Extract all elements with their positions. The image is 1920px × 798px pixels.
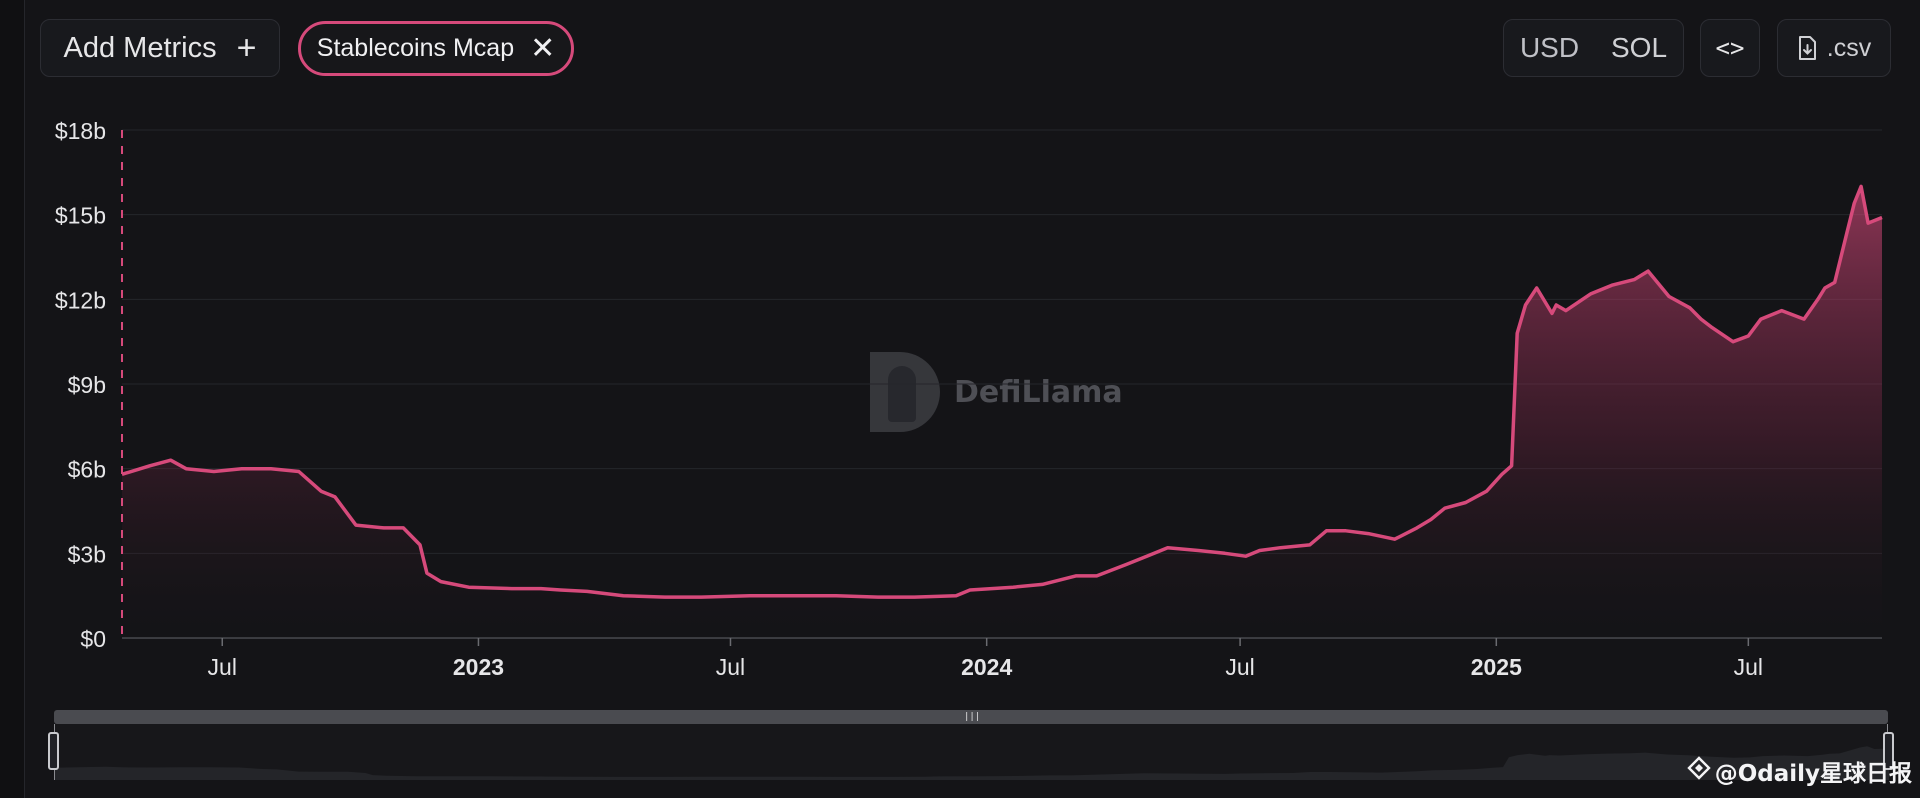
navigator-preview bbox=[55, 746, 1889, 780]
x-tick-label: 2023 bbox=[453, 654, 504, 680]
navigator-drag-bar[interactable]: ||| bbox=[54, 710, 1888, 724]
y-tick-label: $3b bbox=[68, 541, 106, 567]
y-tick-label: $9b bbox=[68, 372, 106, 398]
time-range-navigator[interactable]: ||| bbox=[48, 710, 1894, 780]
x-axis: Jul 2023 Jul 2024 Jul 2025 Jul bbox=[208, 638, 1763, 680]
x-tick-label: Jul bbox=[1225, 654, 1254, 680]
x-tick-label: 2024 bbox=[961, 654, 1012, 680]
navigator-window[interactable] bbox=[54, 724, 1889, 780]
y-tick-label: $6b bbox=[68, 457, 106, 483]
binance-square-icon bbox=[1687, 756, 1711, 786]
y-axis: $0 $3b $6b $9b $12b $15b $18b bbox=[55, 118, 106, 652]
y-tick-label: $18b bbox=[55, 118, 106, 144]
y-tick-label: $15b bbox=[55, 203, 106, 229]
x-tick-label: Jul bbox=[208, 654, 237, 680]
stablecoins-mcap-chart[interactable]: $0$3b$6b$9b$12b$15b$18b Jul 2023 Jul 2024 Ju… bbox=[0, 0, 1920, 700]
source-credit: @Odaily星球日报 bbox=[1687, 754, 1912, 788]
y-tick-label: $12b bbox=[55, 287, 106, 313]
y-tick-label: $0 bbox=[80, 626, 106, 652]
grip-icon: ||| bbox=[964, 712, 981, 722]
x-tick-label: Jul bbox=[1734, 654, 1763, 680]
x-tick-label: 2025 bbox=[1471, 654, 1522, 680]
credit-text: @Odaily星球日报 bbox=[1714, 761, 1912, 787]
navigator-left-handle[interactable] bbox=[48, 732, 59, 770]
series-area-stablecoins-mcap bbox=[122, 186, 1882, 638]
x-tick-label: Jul bbox=[716, 654, 745, 680]
chart-panel: Add Metrics + Stablecoins Mcap ✕ USD SOL… bbox=[0, 0, 1920, 798]
